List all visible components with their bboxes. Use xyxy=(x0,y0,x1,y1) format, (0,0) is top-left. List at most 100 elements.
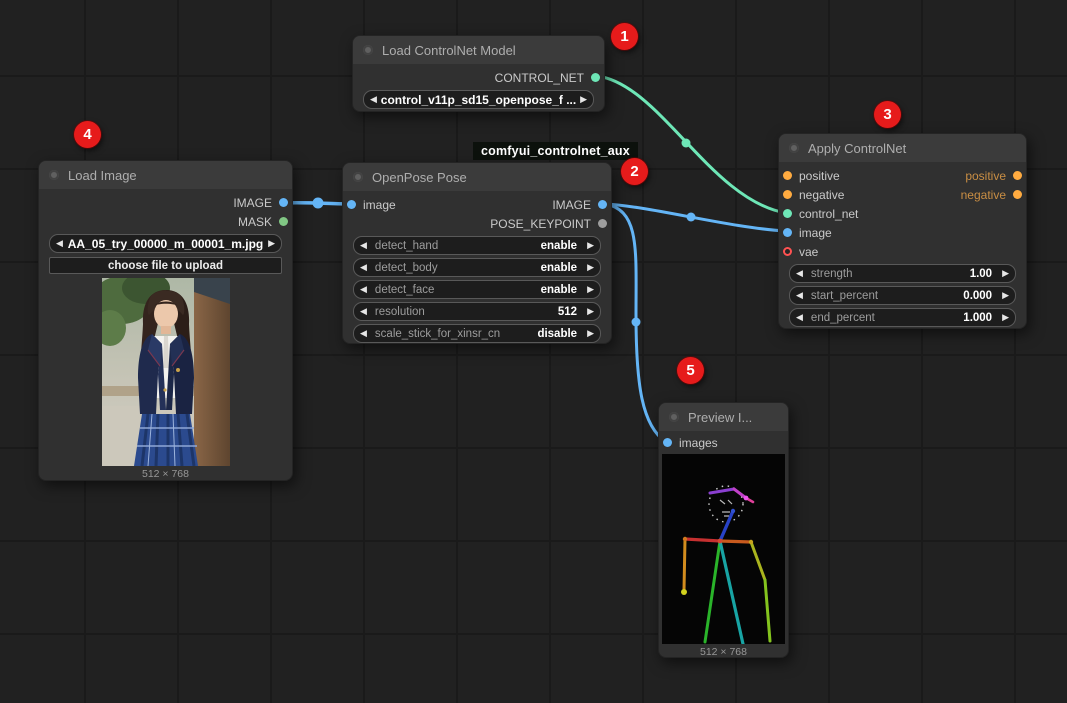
marker-badge-1: 1 xyxy=(611,23,638,50)
combo-right-arrow-icon[interactable]: ▶ xyxy=(580,95,587,104)
combo-value[interactable]: AA_05_try_00000_m_00001_m.jpg xyxy=(63,237,268,251)
choose-file-button[interactable]: choose file to upload xyxy=(49,257,282,274)
conditioning-slot-dot-icon[interactable] xyxy=(783,171,792,180)
combo-right-arrow-icon[interactable]: ▶ xyxy=(587,285,594,294)
output-slot-image[interactable]: IMAGE xyxy=(233,196,288,210)
node-title: Preview I... xyxy=(688,410,752,425)
combo-left-arrow-icon[interactable]: ◀ xyxy=(360,307,367,316)
vae-slot-dot-icon[interactable] xyxy=(783,247,792,256)
input-slot-image[interactable]: image xyxy=(783,226,832,240)
scale-stick-combo[interactable]: ◀ scale_stick_for_xinsr_cn disable ▶ xyxy=(353,324,601,343)
combo-right-arrow-icon[interactable]: ▶ xyxy=(587,307,594,316)
output-slot-image[interactable]: IMAGE xyxy=(552,198,607,212)
collapse-dot-icon[interactable] xyxy=(353,172,363,182)
resolution-stepper[interactable]: ◀ resolution 512 ▶ xyxy=(353,302,601,321)
combo-label: strength xyxy=(811,268,970,280)
node-title-bar[interactable]: OpenPose Pose xyxy=(343,163,611,191)
slot-label: negative xyxy=(961,188,1006,202)
combo-value[interactable]: enable xyxy=(541,262,577,274)
wire-junction-dot[interactable] xyxy=(313,198,324,209)
input-slot-negative[interactable]: negative xyxy=(783,188,844,202)
end-percent-stepper[interactable]: ◀ end_percent 1.000 ▶ xyxy=(789,308,1016,327)
control-net-slot-dot-icon[interactable] xyxy=(783,209,792,218)
combo-value[interactable]: 1.000 xyxy=(963,312,992,324)
wire-junction-dot[interactable] xyxy=(632,318,641,327)
slot-label: negative xyxy=(799,188,844,202)
node-apply-controlnet[interactable]: Apply ControlNet positive positive negat… xyxy=(778,133,1027,329)
output-slot-negative[interactable]: negative xyxy=(961,188,1022,202)
input-slot-image[interactable]: image xyxy=(347,198,396,212)
combo-value[interactable]: enable xyxy=(541,240,577,252)
combo-left-arrow-icon[interactable]: ◀ xyxy=(796,291,803,300)
node-title: OpenPose Pose xyxy=(372,170,467,185)
node-load-controlnet-model[interactable]: Load ControlNet Model CONTROL_NET ◀ cont… xyxy=(352,35,605,112)
marker-badge-3: 3 xyxy=(874,101,901,128)
node-graph-canvas[interactable]: Load ControlNet Model CONTROL_NET ◀ cont… xyxy=(0,0,1067,703)
combo-right-arrow-icon[interactable]: ▶ xyxy=(1002,313,1009,322)
combo-value[interactable]: 0.000 xyxy=(963,290,992,302)
combo-left-arrow-icon[interactable]: ◀ xyxy=(360,263,367,272)
node-load-image[interactable]: Load Image IMAGE MASK ◀ AA_05_try_00000_… xyxy=(38,160,293,481)
combo-left-arrow-icon[interactable]: ◀ xyxy=(370,95,377,104)
combo-value[interactable]: 1.00 xyxy=(970,268,992,280)
input-slot-positive[interactable]: positive xyxy=(783,169,840,183)
combo-right-arrow-icon[interactable]: ▶ xyxy=(268,239,275,248)
collapse-dot-icon[interactable] xyxy=(789,143,799,153)
input-slot-images[interactable]: images xyxy=(663,436,718,450)
output-slot-control-net[interactable]: CONTROL_NET xyxy=(495,71,600,85)
combo-right-arrow-icon[interactable]: ▶ xyxy=(587,329,594,338)
load-image-preview xyxy=(102,278,230,466)
image-slot-dot-icon[interactable] xyxy=(783,228,792,237)
combo-left-arrow-icon[interactable]: ◀ xyxy=(360,285,367,294)
combo-label: detect_body xyxy=(375,262,541,274)
combo-value[interactable]: disable xyxy=(537,328,577,340)
detect-body-combo[interactable]: ◀ detect_body enable ▶ xyxy=(353,258,601,277)
node-openpose-pose[interactable]: OpenPose Pose image IMAGE POSE_KEYPOINT xyxy=(342,162,612,344)
input-slot-control-net[interactable]: control_net xyxy=(783,207,858,221)
combo-left-arrow-icon[interactable]: ◀ xyxy=(360,329,367,338)
image-slot-dot-icon[interactable] xyxy=(347,200,356,209)
pose-keypoint-slot-dot-icon[interactable] xyxy=(598,219,607,228)
start-percent-stepper[interactable]: ◀ start_percent 0.000 ▶ xyxy=(789,286,1016,305)
collapse-dot-icon[interactable] xyxy=(363,45,373,55)
output-slot-pose-keypoint[interactable]: POSE_KEYPOINT xyxy=(490,217,607,231)
control-net-slot-dot-icon[interactable] xyxy=(591,73,600,82)
collapse-dot-icon[interactable] xyxy=(49,170,59,180)
combo-value[interactable]: enable xyxy=(541,284,577,296)
controlnet-name-combo[interactable]: ◀ control_v11p_sd15_openpose_f ... ▶ xyxy=(363,90,594,109)
image-slot-dot-icon[interactable] xyxy=(663,438,672,447)
node-title-bar[interactable]: Load Image xyxy=(39,161,292,189)
slot-label: image xyxy=(363,198,396,212)
combo-left-arrow-icon[interactable]: ◀ xyxy=(796,269,803,278)
conditioning-slot-dot-icon[interactable] xyxy=(1013,171,1022,180)
image-slot-dot-icon[interactable] xyxy=(598,200,607,209)
output-slot-positive[interactable]: positive xyxy=(965,169,1022,183)
combo-right-arrow-icon[interactable]: ▶ xyxy=(587,263,594,272)
conditioning-slot-dot-icon[interactable] xyxy=(783,190,792,199)
combo-right-arrow-icon[interactable]: ▶ xyxy=(587,241,594,250)
slot-label: POSE_KEYPOINT xyxy=(490,217,591,231)
combo-right-arrow-icon[interactable]: ▶ xyxy=(1002,269,1009,278)
output-slot-mask[interactable]: MASK xyxy=(238,215,288,229)
collapse-dot-icon[interactable] xyxy=(669,412,679,422)
node-title-bar[interactable]: Load ControlNet Model xyxy=(353,36,604,64)
combo-value[interactable]: control_v11p_sd15_openpose_f ... xyxy=(377,93,580,107)
node-title-bar[interactable]: Apply ControlNet xyxy=(779,134,1026,162)
combo-right-arrow-icon[interactable]: ▶ xyxy=(1002,291,1009,300)
combo-left-arrow-icon[interactable]: ◀ xyxy=(796,313,803,322)
strength-stepper[interactable]: ◀ strength 1.00 ▶ xyxy=(789,264,1016,283)
detect-hand-combo[interactable]: ◀ detect_hand enable ▶ xyxy=(353,236,601,255)
wire-junction-dot[interactable] xyxy=(682,139,691,148)
conditioning-slot-dot-icon[interactable] xyxy=(1013,190,1022,199)
image-file-combo[interactable]: ◀ AA_05_try_00000_m_00001_m.jpg ▶ xyxy=(49,234,282,253)
input-slot-vae[interactable]: vae xyxy=(783,245,818,259)
wire-junction-dot[interactable] xyxy=(687,213,696,222)
node-title-bar[interactable]: Preview I... xyxy=(659,403,788,431)
combo-left-arrow-icon[interactable]: ◀ xyxy=(56,239,63,248)
node-preview-image[interactable]: Preview I... images xyxy=(658,402,789,658)
image-slot-dot-icon[interactable] xyxy=(279,198,288,207)
detect-face-combo[interactable]: ◀ detect_face enable ▶ xyxy=(353,280,601,299)
combo-value[interactable]: 512 xyxy=(558,306,577,318)
combo-left-arrow-icon[interactable]: ◀ xyxy=(360,241,367,250)
mask-slot-dot-icon[interactable] xyxy=(279,217,288,226)
